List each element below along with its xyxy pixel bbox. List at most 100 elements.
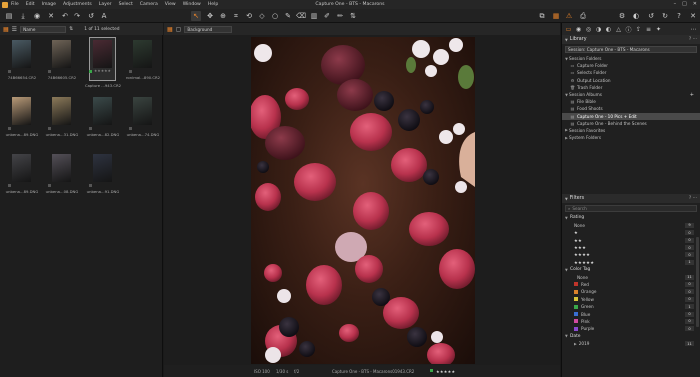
viewer-single-icon[interactable]: ▢: [176, 26, 182, 33]
close-panel-icon[interactable]: ✕: [688, 11, 698, 21]
library-header[interactable]: ▼ Library ? ⋯: [562, 35, 700, 44]
help-icon[interactable]: ?: [674, 11, 684, 21]
filters-scrollbar[interactable]: [696, 237, 699, 327]
thumbnail-checkbox[interactable]: [8, 127, 11, 130]
details-tab-icon[interactable]: △: [615, 26, 622, 33]
style-tab-icon[interactable]: ✦: [655, 26, 662, 33]
camera-icon[interactable]: ◉: [32, 11, 42, 21]
undo-icon[interactable]: ↶: [60, 11, 70, 21]
text-icon[interactable]: A: [99, 11, 109, 21]
library-item[interactable]: ▶ System Folders: [562, 134, 700, 141]
menu-file[interactable]: File: [11, 2, 19, 7]
redo-icon[interactable]: ↷: [72, 11, 82, 21]
color-tag-row[interactable]: Blue 0: [562, 310, 700, 317]
library-item[interactable]: ▭ Capture Folder: [562, 62, 700, 69]
library-item[interactable]: ▭ Selects Folder: [562, 69, 700, 76]
rating-filter-row[interactable]: ★★ 0: [562, 236, 700, 243]
rating-filter-row[interactable]: ★ 0: [562, 229, 700, 236]
library-item[interactable]: ▶ Session Favorites: [562, 127, 700, 134]
library-item[interactable]: ▤ Food Shoots: [562, 105, 700, 112]
sort-select[interactable]: Name: [20, 25, 67, 33]
loupe-icon[interactable]: ⊕: [218, 11, 228, 21]
grid-icon[interactable]: ▦: [551, 11, 561, 21]
library-controls[interactable]: ? ⋯: [689, 37, 697, 42]
add-album-icon[interactable]: +: [690, 92, 694, 98]
library-item[interactable]: ▤ Capture One - 10 Pics + Edit: [562, 112, 700, 120]
library-item[interactable]: ▼ Session Folders: [562, 55, 700, 62]
color-tab-icon[interactable]: ◑: [595, 26, 602, 33]
pan-icon[interactable]: ✥: [205, 11, 215, 21]
menu-image[interactable]: Image: [42, 2, 56, 7]
reset-icon[interactable]: ↺: [86, 11, 96, 21]
maximize-icon[interactable]: □: [682, 1, 687, 7]
color-tag-row[interactable]: Yellow 0: [562, 296, 700, 303]
thumbnail-checkbox[interactable]: [48, 70, 51, 73]
color-tag-row[interactable]: Red 0: [562, 281, 700, 288]
rotate-icon[interactable]: ⟲: [244, 11, 254, 21]
color-tag-row[interactable]: Green 1: [562, 303, 700, 310]
close-icon[interactable]: ✕: [693, 1, 697, 7]
macarons-photo[interactable]: [251, 37, 475, 364]
menu-help[interactable]: Help: [208, 2, 218, 7]
view-grid-icon[interactable]: ▦: [3, 26, 9, 33]
thumbnail-checkbox[interactable]: [48, 184, 51, 187]
menu-select[interactable]: Select: [119, 2, 133, 7]
crop-icon[interactable]: ⌗: [231, 11, 241, 21]
thumbnail-checkbox[interactable]: [129, 70, 132, 73]
print-icon[interactable]: ⎙: [578, 11, 588, 21]
copy-adjust-icon[interactable]: ⇅: [348, 11, 358, 21]
viewer-grid-icon[interactable]: ▦: [167, 26, 173, 33]
view-list-icon[interactable]: ☰: [12, 26, 17, 33]
library-item[interactable]: ▼ Session Albums +: [562, 91, 700, 98]
delete-icon[interactable]: ✕: [46, 11, 56, 21]
background-select[interactable]: Background: [184, 25, 233, 33]
filter-search-input[interactable]: ⌕ Search: [565, 205, 697, 213]
spot-icon[interactable]: ○: [270, 11, 280, 21]
library-item[interactable]: ⚙ Output Location: [562, 77, 700, 84]
color-tag-row[interactable]: Orange 0: [562, 288, 700, 295]
library-icon[interactable]: ▤: [4, 11, 14, 21]
keystone-icon[interactable]: ◇: [257, 11, 267, 21]
status-stars[interactable]: ★★★★★: [436, 369, 455, 374]
exposure-tab-icon[interactable]: ◐: [605, 26, 612, 33]
rating-section[interactable]: ▼ Rating: [562, 214, 700, 221]
thumbnail-checkbox[interactable]: [89, 184, 92, 187]
color-tag-section[interactable]: ▼ Color Tag: [562, 266, 700, 273]
minimize-icon[interactable]: –: [674, 1, 677, 7]
output-tab-icon[interactable]: ⇪: [635, 26, 642, 33]
sort-direction-icon[interactable]: ⇅: [69, 26, 73, 32]
lens-tab-icon[interactable]: ◎: [585, 26, 592, 33]
filters-header[interactable]: ▼ Filters ? ⋯: [562, 194, 700, 204]
gradient-icon[interactable]: ▥: [309, 11, 319, 21]
compare-icon[interactable]: ⧉: [537, 11, 547, 21]
import-icon[interactable]: ⤓: [18, 11, 28, 21]
rating-filter-row[interactable]: None 9: [562, 222, 700, 229]
menu-adjustments[interactable]: Adjustments: [63, 2, 92, 7]
annotate-icon[interactable]: ✏: [335, 11, 345, 21]
thumbnail-checkbox[interactable]: [8, 184, 11, 187]
color-tag-row[interactable]: Purple 0: [562, 325, 700, 332]
library-item[interactable]: ▤ Capture One - Behind the Scenes: [562, 120, 700, 127]
rating-filter-row[interactable]: ★★★★ 0: [562, 251, 700, 258]
thumbnail-checkbox[interactable]: [8, 70, 11, 73]
adjust-icon[interactable]: ◐: [631, 11, 641, 21]
color-tag-row[interactable]: Pink 0: [562, 318, 700, 325]
thumbnail-checkbox[interactable]: [48, 127, 51, 130]
menu-camera[interactable]: Camera: [140, 2, 158, 7]
thumbnail-stars[interactable]: ★★★★★: [94, 69, 111, 73]
settings-icon[interactable]: ⚙: [617, 11, 627, 21]
library-item[interactable]: 🗑 Trash Folder: [562, 84, 700, 91]
date-section[interactable]: ▼ Date: [562, 333, 700, 340]
brush-icon[interactable]: ✎: [283, 11, 293, 21]
menu-layer[interactable]: Layer: [99, 2, 112, 7]
capture-tab-icon[interactable]: ◉: [575, 26, 582, 33]
session-select[interactable]: Session: Capture One - BTS - Macarons: [565, 46, 697, 53]
picker-icon[interactable]: ✐: [322, 11, 332, 21]
menu-view[interactable]: View: [165, 2, 176, 7]
menu-edit[interactable]: Edit: [26, 2, 35, 7]
batch-tab-icon[interactable]: ≡: [645, 26, 652, 33]
library-tab-icon[interactable]: ▭: [565, 26, 572, 33]
warning-icon[interactable]: ⚠: [564, 11, 574, 21]
panel-menu-icon[interactable]: ⋯: [690, 26, 697, 33]
eraser-icon[interactable]: ⌫: [296, 11, 306, 21]
